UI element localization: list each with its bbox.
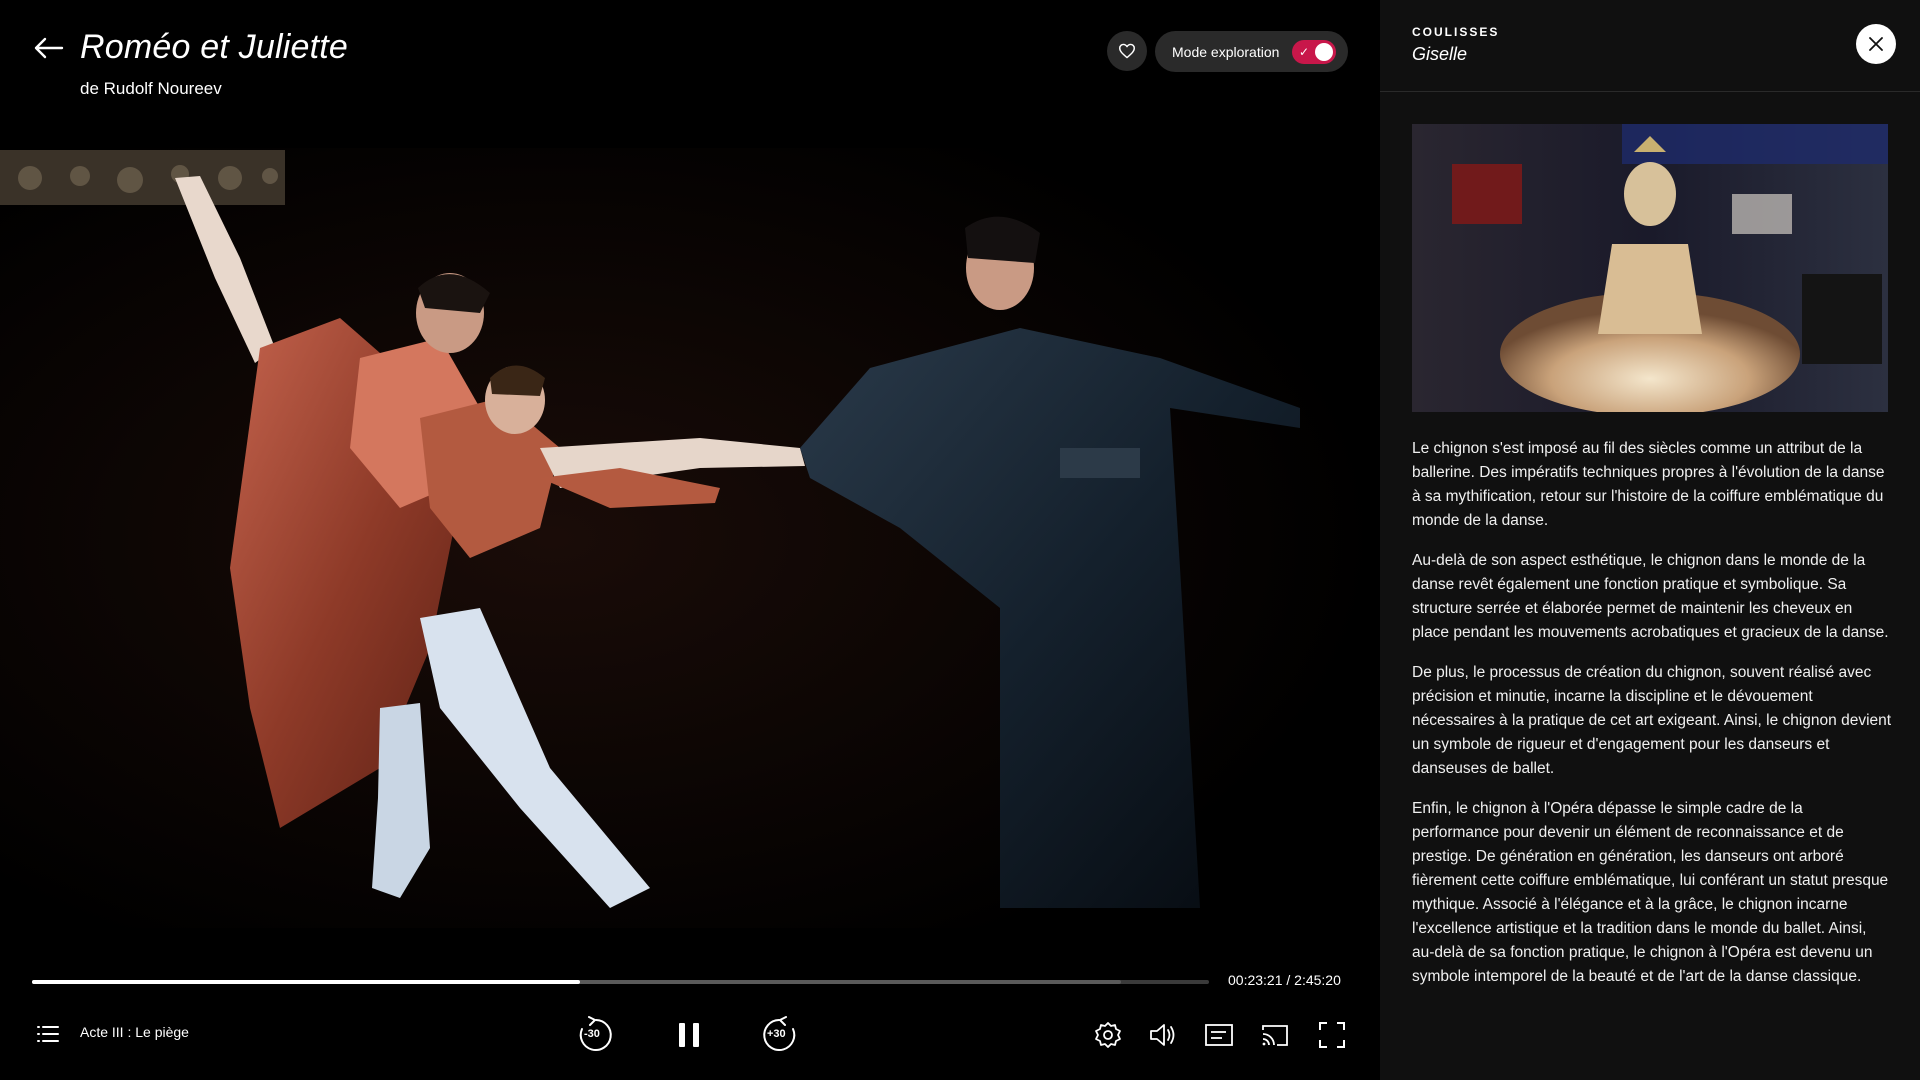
progress-played xyxy=(32,980,581,984)
video-player: Roméo et Juliette de Rudolf Noureev Mode… xyxy=(0,0,1380,1080)
pause-button[interactable] xyxy=(668,1014,710,1056)
explore-mode-switch[interactable]: ✓ xyxy=(1292,40,1336,64)
switch-knob xyxy=(1315,43,1333,61)
article-paragraph: De plus, le processus de création du chi… xyxy=(1412,664,1892,777)
video-frame[interactable] xyxy=(0,148,1380,928)
close-icon xyxy=(1869,37,1883,51)
check-icon: ✓ xyxy=(1299,45,1310,59)
top-bar: Roméo et Juliette de Rudolf Noureev Mode… xyxy=(0,0,1380,110)
player-controls: Acte III : Le piège -30 +30 xyxy=(0,1010,1380,1080)
time-display: 00:23:21 / 2:45:20 xyxy=(1228,972,1341,988)
arrow-left-icon xyxy=(34,37,64,59)
close-panel-button[interactable] xyxy=(1856,24,1896,64)
panel-article-body: Le chignon s'est imposé au fil des siècl… xyxy=(1412,437,1892,1005)
panel-eyebrow: COULISSES xyxy=(1412,25,1500,39)
pause-icon xyxy=(679,1023,699,1047)
volume-button[interactable] xyxy=(1142,1014,1184,1056)
chapter-label: Acte III : Le piège xyxy=(80,1024,189,1040)
progress-bar[interactable] xyxy=(32,980,1209,984)
article-paragraph: Le chignon s'est imposé au fil des siècl… xyxy=(1412,440,1885,529)
forward-label: +30 xyxy=(767,1028,786,1040)
article-paragraph: Au-delà de son aspect esthétique, le chi… xyxy=(1412,552,1889,641)
forward-30-button[interactable]: +30 xyxy=(758,1014,800,1056)
fullscreen-button[interactable] xyxy=(1311,1014,1353,1056)
favorite-button[interactable] xyxy=(1107,31,1147,71)
rewind-label: -30 xyxy=(584,1028,600,1040)
ballet-scene-image xyxy=(0,148,1380,928)
cast-icon xyxy=(1262,1025,1288,1046)
side-panel: COULISSES Giselle Le chignon s'est impos… xyxy=(1380,0,1920,1080)
settings-button[interactable] xyxy=(1087,1014,1129,1056)
explore-mode-label: Mode exploration xyxy=(1172,43,1280,60)
video-title: Roméo et Juliette xyxy=(80,28,348,66)
subtitles-icon xyxy=(1205,1024,1233,1046)
gear-icon xyxy=(1095,1022,1121,1048)
chapters-button[interactable] xyxy=(34,1020,62,1048)
list-icon xyxy=(37,1026,59,1042)
panel-title: Giselle xyxy=(1412,44,1468,64)
cast-button[interactable] xyxy=(1254,1014,1296,1056)
fullscreen-icon xyxy=(1319,1022,1345,1048)
rewind-30-button[interactable]: -30 xyxy=(575,1014,617,1056)
ballerina-backstage-image xyxy=(1412,124,1888,412)
article-paragraph: Enfin, le chignon à l'Opéra dépasse le s… xyxy=(1412,800,1889,985)
volume-icon xyxy=(1150,1024,1175,1046)
explore-mode-toggle[interactable]: Mode exploration ✓ xyxy=(1155,31,1348,72)
heart-icon xyxy=(1119,43,1135,59)
video-subtitle: de Rudolf Noureev xyxy=(80,79,222,98)
back-button[interactable] xyxy=(30,30,66,66)
panel-header: COULISSES Giselle xyxy=(1380,0,1920,92)
subtitles-button[interactable] xyxy=(1198,1014,1240,1056)
panel-article-image xyxy=(1412,124,1888,412)
